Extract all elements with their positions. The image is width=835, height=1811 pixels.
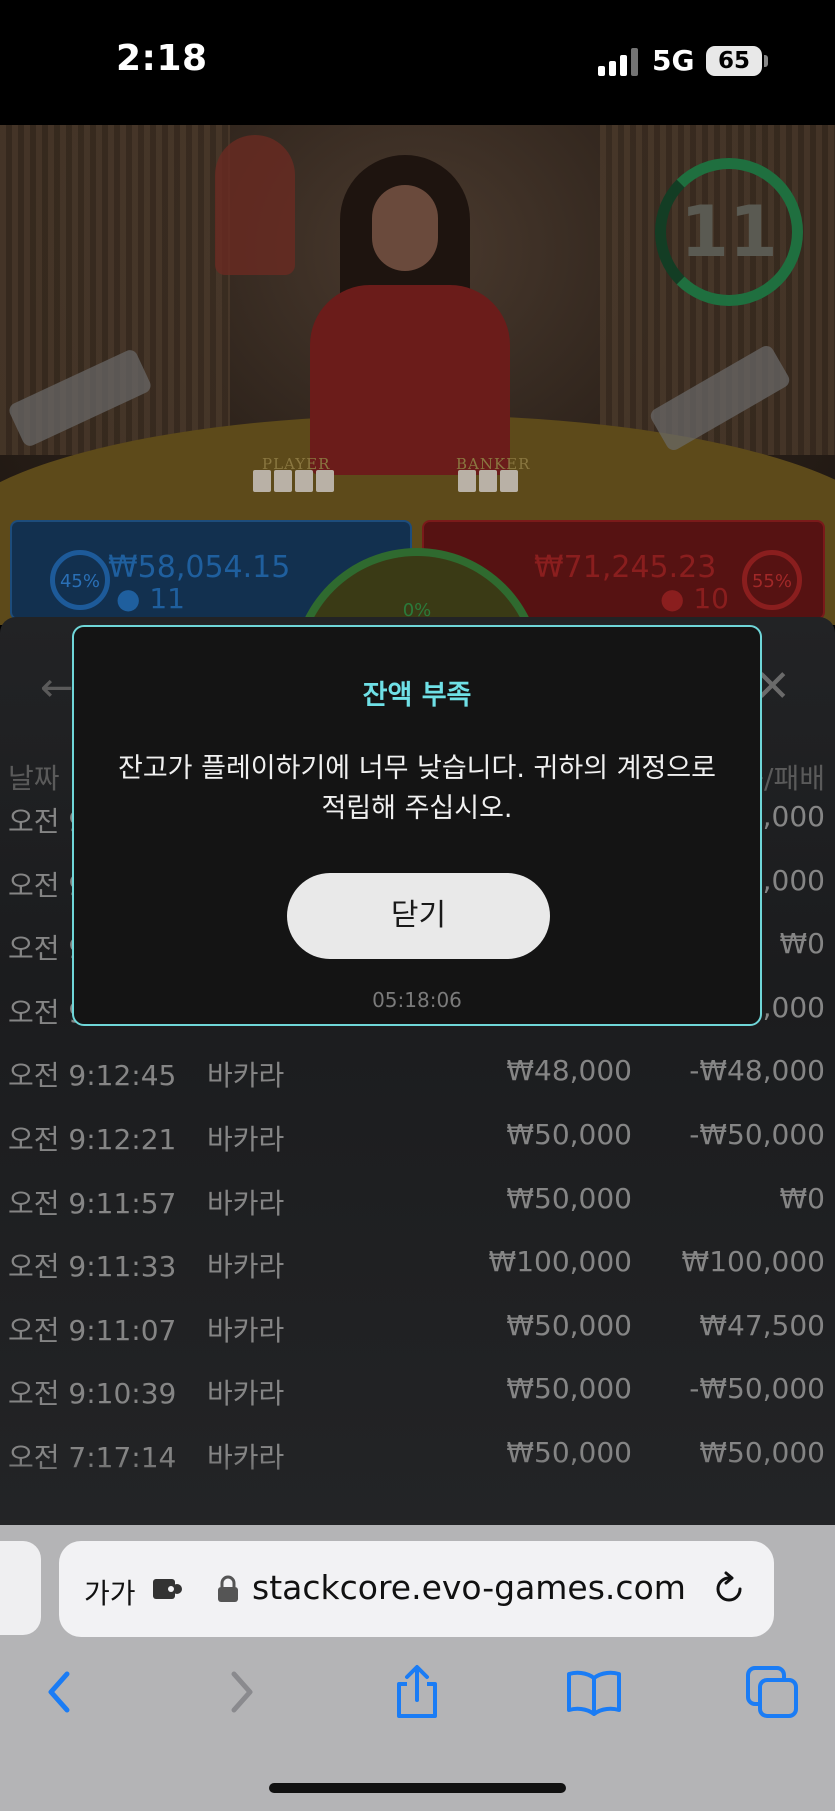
share-icon[interactable] bbox=[387, 1662, 447, 1722]
row-bet: ₩50,000 bbox=[506, 1308, 632, 1342]
row-result: -₩50,000 bbox=[689, 1118, 825, 1151]
insufficient-balance-dialog: 잔액 부족 잔고가 플레이하기에 너무 낮습니다. 귀하의 계정으로 적립해 주… bbox=[72, 625, 762, 1026]
row-result: -₩48,000 bbox=[689, 1054, 825, 1088]
countdown-value: 11 bbox=[680, 191, 778, 273]
back-arrow-icon[interactable]: ← bbox=[40, 665, 74, 711]
row-bet: ₩50,000 bbox=[506, 1118, 632, 1151]
text-size-button[interactable]: 가가 bbox=[84, 1572, 136, 1612]
close-button[interactable]: 닫기 bbox=[287, 873, 550, 959]
row-bet: ₩50,000 bbox=[506, 1181, 632, 1215]
row-result: ₩47,500 bbox=[699, 1308, 825, 1342]
row-time: 오전 9:11:07 bbox=[8, 1313, 177, 1347]
row-bet: ₩50,000 bbox=[506, 1372, 632, 1406]
row-bet: ₩100,000 bbox=[488, 1245, 632, 1279]
row-game: 바카라 bbox=[207, 1186, 285, 1220]
row-result: -₩50,000 bbox=[689, 1372, 825, 1406]
player-count-value: 11 bbox=[149, 582, 185, 615]
dealer bbox=[310, 155, 510, 475]
browser-toolbar: 가가 stackcore.evo-games.com bbox=[0, 1525, 835, 1811]
history-row: 오전 9:12:21 바카라 ₩50,000 -₩50,000 bbox=[0, 1110, 835, 1166]
dialog-message: 잔고가 플레이하기에 너무 낮습니다. 귀하의 계정으로 적립해 주십시오. bbox=[118, 753, 716, 824]
url-text[interactable]: stackcore.evo-games.com bbox=[252, 1568, 686, 1607]
banker-cards bbox=[458, 470, 518, 492]
address-bar[interactable]: 가가 stackcore.evo-games.com bbox=[59, 1541, 774, 1637]
banker-count: ● 10 bbox=[660, 582, 729, 615]
banker-amount: ₩71,245.23 bbox=[534, 550, 717, 585]
battery-icon: 65 bbox=[706, 46, 762, 76]
row-result: ₩100,000 bbox=[681, 1245, 825, 1279]
history-row: 오전 9:11:57 바카라 ₩50,000 ₩0 bbox=[0, 1174, 835, 1230]
history-row: 오전 9:12:45 바카라 ₩48,000 -₩48,000 bbox=[0, 1046, 835, 1102]
bookmarks-icon[interactable] bbox=[564, 1662, 624, 1722]
back-icon[interactable] bbox=[31, 1662, 91, 1722]
banker-percent: 55% bbox=[742, 550, 802, 610]
row-time: 오전 9:12:45 bbox=[8, 1059, 177, 1093]
row-game: 바카라 bbox=[207, 1123, 285, 1156]
column-date-header: 날짜 bbox=[8, 762, 60, 795]
player-percent: 45% bbox=[50, 550, 110, 610]
reload-icon[interactable] bbox=[710, 1570, 748, 1608]
history-row: 오전 9:10:39 바카라 ₩50,000 -₩50,000 bbox=[0, 1364, 835, 1420]
network-type: 5G bbox=[652, 44, 695, 77]
lock-icon bbox=[218, 1575, 238, 1602]
row-game: 바카라 bbox=[207, 1377, 285, 1411]
tabs-icon[interactable] bbox=[742, 1662, 802, 1722]
previous-tab-preview[interactable] bbox=[0, 1541, 41, 1635]
row-game: 바카라 bbox=[207, 1250, 285, 1284]
battery-tip bbox=[764, 55, 768, 67]
home-indicator bbox=[269, 1783, 566, 1793]
row-game: 바카라 bbox=[207, 1313, 285, 1347]
row-game: 바카라 bbox=[207, 1059, 285, 1093]
row-time: 오전 9:12:21 bbox=[8, 1123, 177, 1156]
cellular-signal-icon bbox=[598, 48, 640, 76]
fade-overlay bbox=[0, 1455, 835, 1525]
forward-icon[interactable] bbox=[210, 1662, 270, 1722]
banker-count-value: 10 bbox=[693, 582, 729, 615]
player-count: ● 11 bbox=[116, 582, 185, 615]
player-amount: ₩58,054.15 bbox=[108, 550, 291, 585]
history-row: 오전 9:11:07 바카라 ₩50,000 ₩47,500 bbox=[0, 1301, 835, 1357]
status-time: 2:18 bbox=[116, 38, 208, 79]
background-dealer bbox=[215, 135, 295, 275]
dialog-title: 잔액 부족 bbox=[362, 680, 472, 711]
countdown-timer: 11 bbox=[655, 158, 803, 306]
row-time: 오전 9:10:39 bbox=[8, 1377, 177, 1411]
extension-icon[interactable] bbox=[151, 1575, 185, 1603]
row-bet: ₩48,000 bbox=[506, 1054, 632, 1088]
user-icon: ● bbox=[116, 582, 141, 615]
row-time: 오전 9:11:57 bbox=[8, 1186, 177, 1220]
row-result: ₩0 bbox=[779, 1181, 826, 1215]
dialog-timestamp: 05:18:06 bbox=[372, 988, 462, 1012]
user-icon: ● bbox=[660, 582, 685, 615]
history-row: 오전 9:11:33 바카라 ₩100,000 ₩100,000 bbox=[0, 1237, 835, 1293]
status-bar: 2:18 5G 65 bbox=[0, 0, 835, 125]
row-result: ₩0 bbox=[779, 927, 826, 961]
row-time: 오전 9:11:33 bbox=[8, 1250, 177, 1284]
player-cards bbox=[253, 470, 334, 492]
